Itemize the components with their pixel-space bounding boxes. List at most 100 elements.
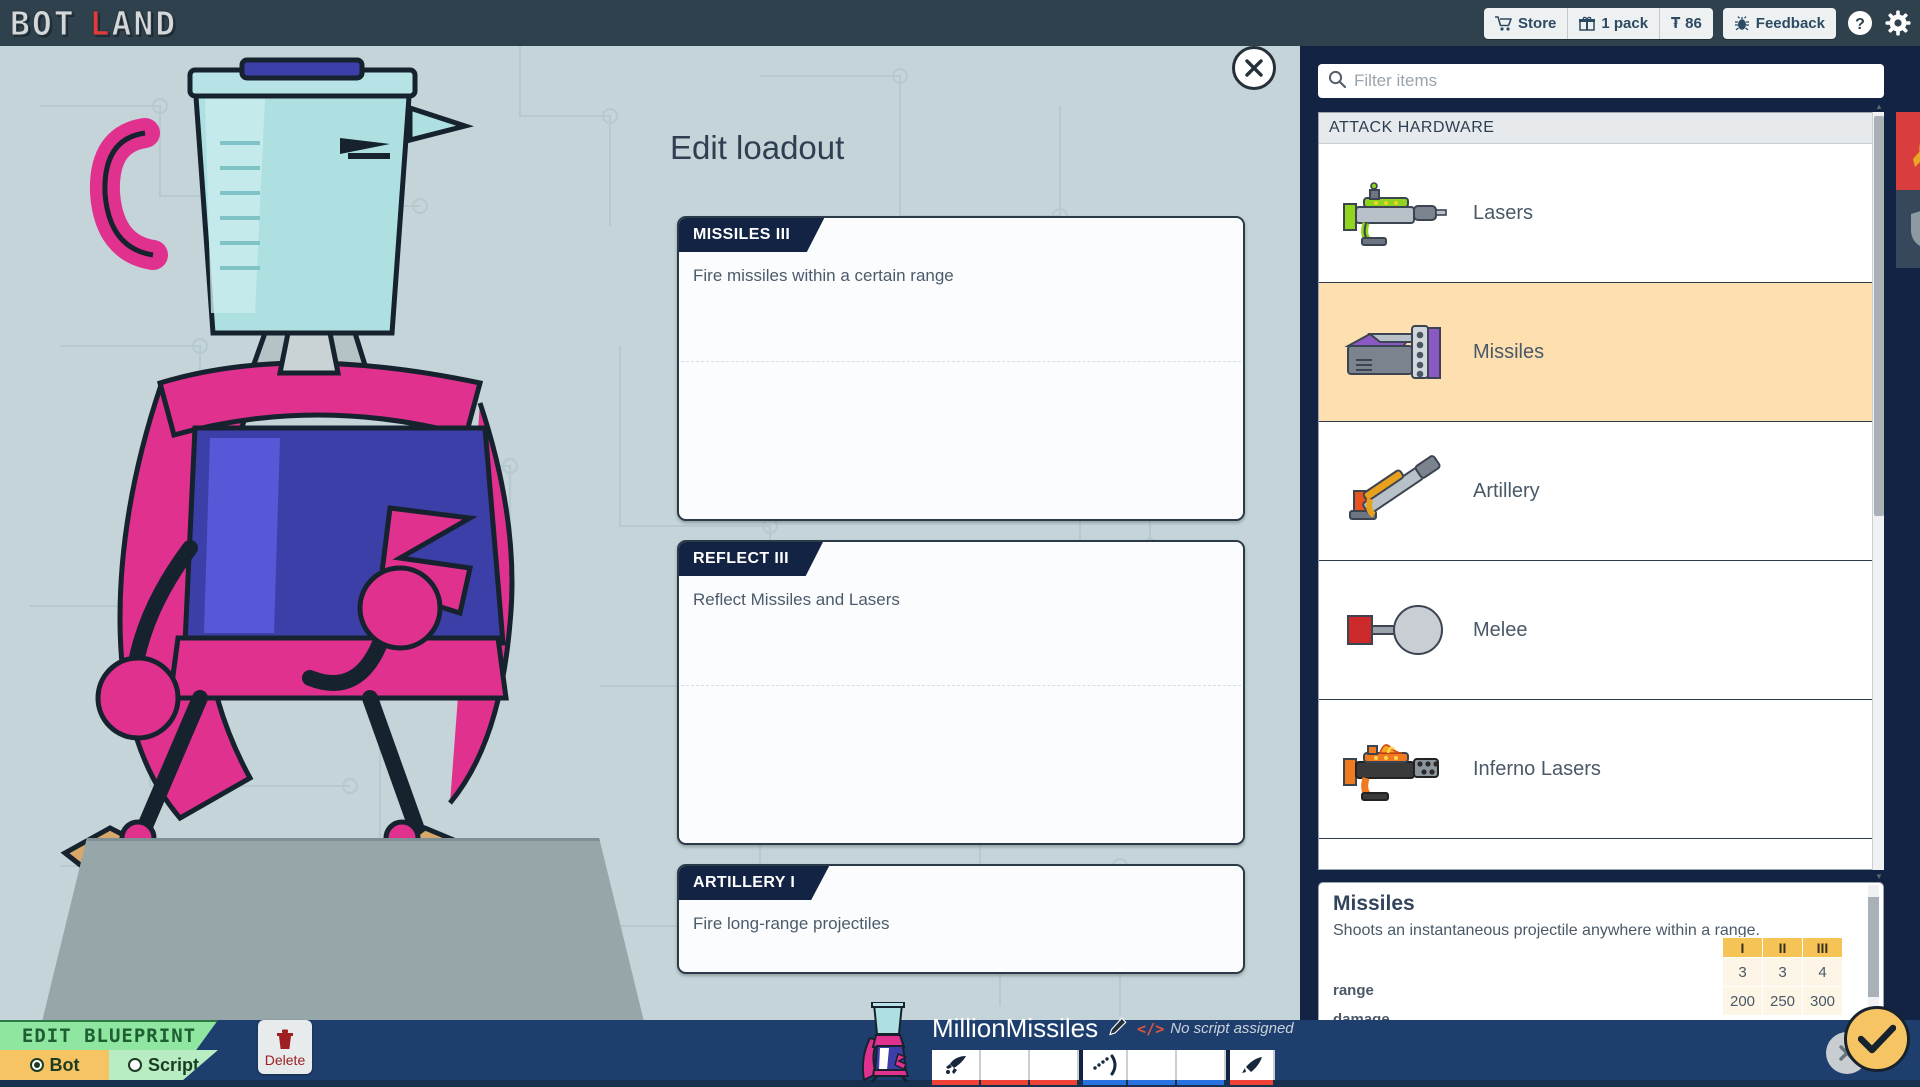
logo-char: O — [32, 4, 54, 43]
mode-bot-label: Bot — [50, 1055, 80, 1076]
reflect-slot-icon — [1092, 1054, 1118, 1076]
bug-icon — [1734, 16, 1750, 31]
item-detail-panel: Missiles Shoots an instantaneous project… — [1318, 882, 1884, 1042]
currency-button[interactable]: ₮ 86 — [1659, 8, 1713, 39]
logo-char: N — [133, 4, 155, 43]
close-loadout-button[interactable] — [1232, 46, 1276, 90]
slot-4-reflect[interactable] — [1079, 1050, 1128, 1080]
loadout-card-reflect[interactable]: REFLECT III Reflect Missiles and Lasers — [677, 540, 1245, 845]
inferno-laser-icon — [1327, 714, 1457, 824]
loadout-card-desc: Fire long-range projectiles — [679, 900, 1243, 934]
rocket-slot-icon — [944, 1054, 968, 1076]
code-icon: </> — [1137, 1020, 1164, 1038]
blueprint-title: EDIT BLUEPRINT — [0, 1020, 218, 1050]
mode-bot-option[interactable]: Bot — [0, 1050, 109, 1080]
help-button[interactable]: ? — [1846, 9, 1874, 37]
card-divider — [681, 685, 1241, 686]
bottom-bar: EDIT BLUEPRINT Bot Script Delete — [0, 1020, 1920, 1080]
melee-hammer-icon — [1327, 575, 1457, 685]
detail-title: Missiles — [1319, 883, 1883, 916]
delete-button[interactable]: Delete — [258, 1020, 312, 1074]
item-row-lasers[interactable]: Lasers — [1319, 144, 1883, 283]
items-scrollbar[interactable]: ▲ ▼ — [1872, 112, 1884, 870]
search-icon — [1328, 70, 1346, 93]
scroll-up-icon[interactable]: ▲ — [1873, 100, 1885, 112]
loadout-card-artillery[interactable]: ARTILLERY I Fire long-range projectiles — [677, 864, 1245, 974]
close-icon — [1243, 57, 1265, 79]
logo-char: D — [155, 4, 177, 43]
item-label: Inferno Lasers — [1473, 758, 1601, 781]
blueprint-panel: EDIT BLUEPRINT Bot Script — [0, 1020, 218, 1080]
item-stats-table: I II III 3 3 4 200 250 300 — [1722, 937, 1843, 1016]
stats-row-damage: 200 250 300 — [1723, 987, 1843, 1016]
loadout-card-desc: Reflect Missiles and Lasers — [679, 576, 1243, 610]
category-tab-attack[interactable] — [1896, 112, 1920, 190]
logo-char: A — [112, 4, 134, 43]
bot-thumbnail[interactable] — [852, 1002, 924, 1080]
item-label: Missiles — [1473, 341, 1544, 364]
script-status-row[interactable]: </> No script assigned — [1137, 1020, 1294, 1038]
equipment-slots — [932, 1050, 1294, 1080]
scrollbar-thumb[interactable] — [1874, 116, 1884, 516]
gear-icon — [1885, 10, 1911, 36]
detail-scrollbar-thumb[interactable] — [1868, 897, 1879, 997]
confirm-button[interactable] — [1844, 1006, 1910, 1072]
item-row-melee[interactable]: Melee — [1319, 561, 1883, 700]
scroll-down-icon[interactable]: ▼ — [1873, 870, 1885, 882]
item-row-artillery[interactable]: Artillery — [1319, 422, 1883, 561]
item-row-missiles[interactable]: Missiles — [1319, 283, 1883, 422]
currency-value: 86 — [1685, 15, 1702, 32]
settings-button[interactable] — [1884, 9, 1912, 37]
gift-icon — [1579, 16, 1595, 31]
delete-label: Delete — [265, 1052, 305, 1068]
slot-3-empty[interactable] — [1030, 1050, 1079, 1080]
feedback-button-group: Feedback — [1723, 8, 1836, 39]
logo-char: T — [54, 4, 76, 43]
logo-char: B — [10, 4, 32, 43]
category-tab-defense[interactable] — [1896, 190, 1920, 268]
rocket-icon — [1908, 129, 1920, 173]
logo-land: LAND — [90, 4, 178, 43]
mode-script-option[interactable]: Script — [109, 1050, 218, 1080]
item-row-inferno-lasers[interactable]: Inferno Lasers — [1319, 700, 1883, 839]
missile-pod-icon — [1327, 297, 1457, 407]
check-icon — [1858, 1024, 1896, 1054]
feedback-button[interactable]: Feedback — [1723, 8, 1836, 39]
loadout-card-tab: MISSILES III — [679, 218, 824, 252]
blueprint-mode-toggle: Bot Script — [0, 1050, 218, 1080]
stat-value: 3 — [1723, 958, 1763, 987]
top-bar-actions: Store 1 pack ₮ 86 Feedback ? — [1484, 8, 1912, 39]
credits-icon: ₮ — [1671, 14, 1679, 32]
artillery-slot-icon — [1240, 1054, 1264, 1076]
pack-button[interactable]: 1 pack — [1567, 8, 1659, 39]
slot-7-artillery[interactable] — [1226, 1050, 1275, 1080]
slot-1-missiles[interactable] — [932, 1050, 981, 1080]
loadout-card-tab: ARTILLERY I — [679, 866, 829, 900]
app-logo[interactable]: BOT LAND — [10, 4, 177, 43]
items-sidebar: ATTACK HARDWARE Lasers — [1300, 46, 1920, 1080]
trash-icon — [273, 1027, 297, 1051]
store-button[interactable]: Store — [1484, 8, 1567, 39]
pencil-icon[interactable] — [1108, 1017, 1127, 1041]
loadout-card-tab: REFLECT III — [679, 542, 823, 576]
stats-header-row: I II III — [1723, 938, 1843, 958]
store-label: Store — [1518, 15, 1556, 32]
loadout-card-missiles[interactable]: MISSILES III Fire missiles within a cert… — [677, 216, 1245, 521]
slot-2-empty[interactable] — [981, 1050, 1030, 1080]
script-status-label: No script assigned — [1170, 1020, 1293, 1037]
main-stage: Edit loadout MISSILES III Fire missiles … — [0, 46, 1300, 1020]
filter-items-row[interactable] — [1318, 64, 1884, 98]
laser-gun-icon — [1327, 158, 1457, 268]
shield-icon — [1909, 207, 1920, 251]
stats-row-range: 3 3 4 — [1723, 958, 1843, 987]
page-title: Edit loadout — [670, 129, 844, 167]
card-divider — [681, 361, 1241, 362]
search-input[interactable] — [1354, 71, 1874, 91]
slot-6-empty[interactable] — [1177, 1050, 1226, 1080]
loadout-card-desc: Fire missiles within a certain range — [679, 252, 1243, 286]
store-button-group: Store 1 pack ₮ 86 — [1484, 8, 1713, 39]
artillery-icon — [1327, 436, 1457, 546]
slot-5-empty[interactable] — [1128, 1050, 1177, 1080]
bot-info: MillionMissiles </> No script assigned — [932, 1013, 1294, 1080]
items-list: ATTACK HARDWARE Lasers — [1318, 112, 1884, 870]
